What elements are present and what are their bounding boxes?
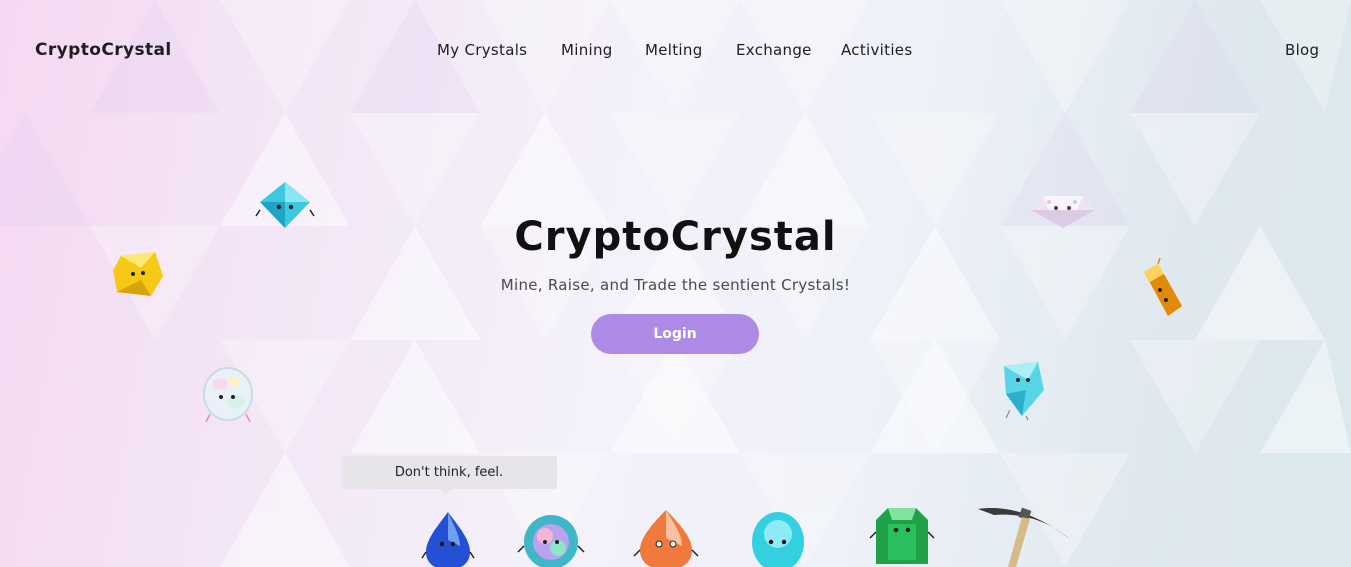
speech-bubble: Don't think, feel. [341,456,557,495]
nav-my-crystals[interactable]: My Crystals [437,41,527,59]
hero-title: CryptoCrystal [514,214,837,260]
emerald-crystal-icon [869,508,935,564]
nav-melting[interactable]: Melting [645,41,703,59]
opal-bubble-crystal-icon [203,367,253,423]
aqua-oval-crystal-icon [752,512,804,567]
nav-activities[interactable]: Activities [841,41,912,59]
login-button[interactable]: Login [591,314,759,354]
cyan-diamond-crystal-icon [255,182,315,228]
amber-prism-crystal-icon [1144,257,1182,316]
pickaxe-icon [978,507,1070,567]
nav-mining[interactable]: Mining [561,41,613,59]
aqua-shard-crystal-icon [1004,362,1044,421]
brand-logo-link[interactable]: CryptoCrystal [35,40,172,60]
nav-blog[interactable]: Blog [1285,41,1319,59]
rainbow-round-crystal-icon [517,515,585,567]
orange-drop-crystal-icon [633,510,699,567]
top-navbar: CryptoCrystal My Crystals Mining Melting… [0,0,1351,100]
nav-exchange[interactable]: Exchange [736,41,812,59]
pink-diamond-crystal-icon [1031,196,1095,228]
gold-cube-crystal-icon [113,252,163,296]
blue-drop-crystal-icon [421,512,475,567]
